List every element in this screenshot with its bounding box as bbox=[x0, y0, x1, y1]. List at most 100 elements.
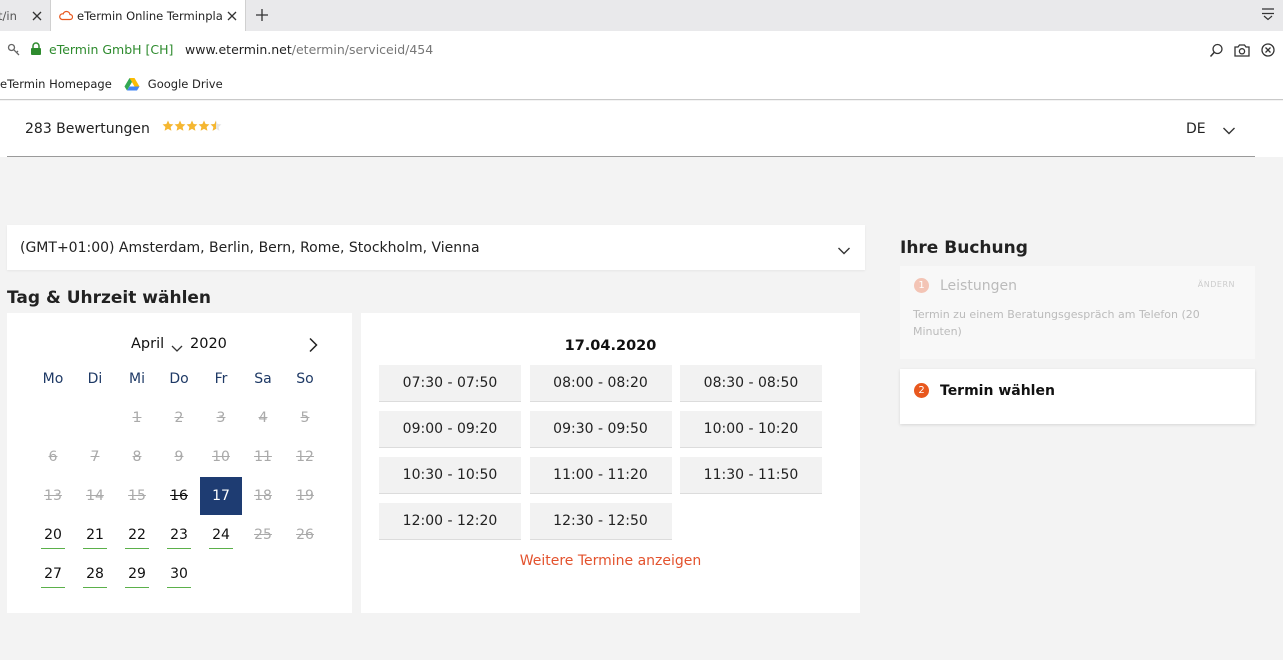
booking-title: Ihre Buchung bbox=[900, 238, 1028, 258]
weekday-label: Mi bbox=[129, 371, 145, 387]
calendar-day: 7 bbox=[74, 438, 116, 476]
calendar-day[interactable]: 20 bbox=[32, 516, 74, 554]
calendar-day[interactable]: 27 bbox=[32, 555, 74, 593]
url-path: /etermin/serviceid/454 bbox=[291, 42, 434, 57]
time-slot-button[interactable]: 11:00 - 11:20 bbox=[529, 457, 672, 494]
calendar-day[interactable]: 23 bbox=[158, 516, 200, 554]
step-number-badge: 2 bbox=[914, 383, 929, 398]
chevron-down-icon[interactable] bbox=[171, 338, 183, 357]
chevron-down-icon[interactable] bbox=[1222, 121, 1236, 140]
calendar-day[interactable]: 28 bbox=[74, 555, 116, 593]
calendar-day[interactable]: 21 bbox=[74, 516, 116, 554]
chevron-down-icon[interactable] bbox=[837, 241, 851, 260]
day-number: 16 bbox=[170, 488, 188, 504]
calendar-day: 18 bbox=[242, 477, 284, 515]
step-label: Leistungen bbox=[940, 278, 1017, 294]
booking-step-appointment: 2 Termin wählen bbox=[900, 369, 1255, 424]
tab-menu-icon[interactable] bbox=[1261, 6, 1277, 24]
time-slot-button[interactable]: 10:00 - 10:20 bbox=[680, 411, 822, 448]
calendar-day: 25 bbox=[242, 516, 284, 554]
calendar-day: 2 bbox=[158, 399, 200, 437]
calendar-day: 5 bbox=[284, 399, 326, 437]
service-description: Termin zu einem Beratungsgespräch am Tel… bbox=[913, 308, 1200, 338]
day-number: 4 bbox=[258, 410, 268, 426]
day-number: 30 bbox=[167, 566, 191, 588]
bookmark-label: Google Drive bbox=[147, 77, 223, 91]
site-identity[interactable]: eTermin GmbH [CH] bbox=[49, 42, 173, 57]
page-header: 283 Bewertungen DE bbox=[0, 101, 1283, 157]
chevron-right-icon[interactable] bbox=[308, 337, 318, 357]
calendar-day-selected[interactable]: 17 bbox=[200, 477, 242, 515]
change-link[interactable]: ÄNDERN bbox=[1198, 280, 1235, 289]
day-number: 17 bbox=[212, 488, 230, 504]
calendar-day: 9 bbox=[158, 438, 200, 476]
time-slots-panel: 17.04.2020 07:30 - 07:50 08:00 - 08:20 08:… bbox=[361, 313, 860, 613]
day-number: 26 bbox=[296, 527, 314, 543]
calendar-day: 19 bbox=[284, 477, 326, 515]
day-number: 21 bbox=[83, 527, 107, 549]
calendar-day: 13 bbox=[32, 477, 74, 515]
calendar-day: 8 bbox=[116, 438, 158, 476]
selected-date: 17.04.2020 bbox=[564, 338, 657, 354]
bookmark-google-drive[interactable]: Google Drive bbox=[124, 76, 223, 92]
browser-tab-active[interactable]: eTermin Online Terminplaner bbox=[50, 0, 246, 31]
time-slot-button[interactable]: 11:30 - 11:50 bbox=[680, 457, 822, 494]
calendar: April 2020 Mo Di Mi Do Fr Sa So 1 2 3 4 5 6 7 8 9 10 11 1… bbox=[7, 313, 352, 613]
calendar-day: 12 bbox=[284, 438, 326, 476]
browser-tab-bar: t/in eTermin Online Terminplaner bbox=[0, 0, 1283, 31]
calendar-year[interactable]: 2020 bbox=[190, 336, 227, 352]
calendar-day[interactable]: 22 bbox=[116, 516, 158, 554]
time-slot-button[interactable]: 07:30 - 07:50 bbox=[379, 365, 521, 402]
weekday-label: So bbox=[296, 371, 314, 387]
close-icon[interactable] bbox=[223, 7, 241, 25]
calendar-day[interactable]: 30 bbox=[158, 555, 200, 593]
day-number: 20 bbox=[41, 527, 65, 549]
calendar-day: 3 bbox=[200, 399, 242, 437]
close-icon[interactable] bbox=[28, 7, 46, 25]
timezone-select[interactable]: (GMT+01:00) Amsterdam, Berlin, Bern, Rom… bbox=[7, 225, 865, 270]
calendar-month-select[interactable]: April bbox=[131, 336, 164, 352]
day-number: 24 bbox=[209, 527, 233, 549]
calendar-day: 16 bbox=[158, 477, 200, 515]
calendar-day[interactable]: 24 bbox=[200, 516, 242, 554]
address-bar-actions bbox=[1207, 41, 1277, 59]
time-slot-button[interactable]: 09:00 - 09:20 bbox=[379, 411, 521, 448]
close-circle-icon[interactable] bbox=[1259, 41, 1277, 59]
language-selector[interactable]: DE bbox=[1186, 121, 1206, 137]
weekday-label: Mo bbox=[42, 371, 64, 387]
search-icon[interactable] bbox=[1207, 41, 1225, 59]
star-icon bbox=[162, 120, 174, 131]
time-slot-button[interactable]: 08:30 - 08:50 bbox=[680, 365, 822, 402]
key-icon[interactable] bbox=[7, 42, 21, 61]
time-slot-button[interactable]: 08:00 - 08:20 bbox=[529, 365, 672, 402]
day-number: 8 bbox=[132, 449, 142, 465]
calendar-day[interactable]: 29 bbox=[116, 555, 158, 593]
bookmarks-bar: eTermin Homepage Google Drive bbox=[0, 69, 1283, 100]
time-slot-button[interactable]: 12:30 - 12:50 bbox=[529, 503, 672, 540]
day-number: 29 bbox=[125, 566, 149, 588]
calendar-day: 14 bbox=[74, 477, 116, 515]
google-drive-icon bbox=[124, 76, 142, 92]
more-slots-link[interactable]: Weitere Termine anzeigen bbox=[361, 553, 860, 569]
calendar-day: 1 bbox=[116, 399, 158, 437]
reviews-count[interactable]: 283 Bewertungen bbox=[25, 121, 150, 137]
camera-icon[interactable] bbox=[1233, 41, 1251, 59]
day-number: 3 bbox=[216, 410, 226, 426]
browser-tab-previous[interactable]: t/in bbox=[0, 0, 50, 31]
time-slot-button[interactable]: 09:30 - 09:50 bbox=[529, 411, 672, 448]
url-text[interactable]: www.etermin.net/etermin/serviceid/454 bbox=[185, 42, 433, 57]
new-tab-icon[interactable] bbox=[252, 5, 272, 25]
step-label: Termin wählen bbox=[940, 383, 1055, 399]
header-divider bbox=[7, 156, 1255, 157]
time-slot-button[interactable]: 10:30 - 10:50 bbox=[379, 457, 521, 494]
bookmark-etermin-homepage[interactable]: eTermin Homepage bbox=[0, 77, 112, 91]
address-bar[interactable]: eTermin GmbH [CH] www.etermin.net/etermi… bbox=[0, 31, 1283, 69]
etermin-icon bbox=[59, 10, 73, 22]
rating-stars bbox=[162, 120, 222, 132]
booking-step-services: 1 Leistungen ÄNDERN Termin zu einem Bera… bbox=[900, 266, 1255, 359]
time-slot-button[interactable]: 12:00 - 12:20 bbox=[379, 503, 521, 540]
weekday-label: Fr bbox=[214, 371, 228, 387]
day-number: 2 bbox=[174, 410, 184, 426]
day-number: 7 bbox=[90, 449, 100, 465]
tab-title: t/in bbox=[0, 8, 17, 23]
